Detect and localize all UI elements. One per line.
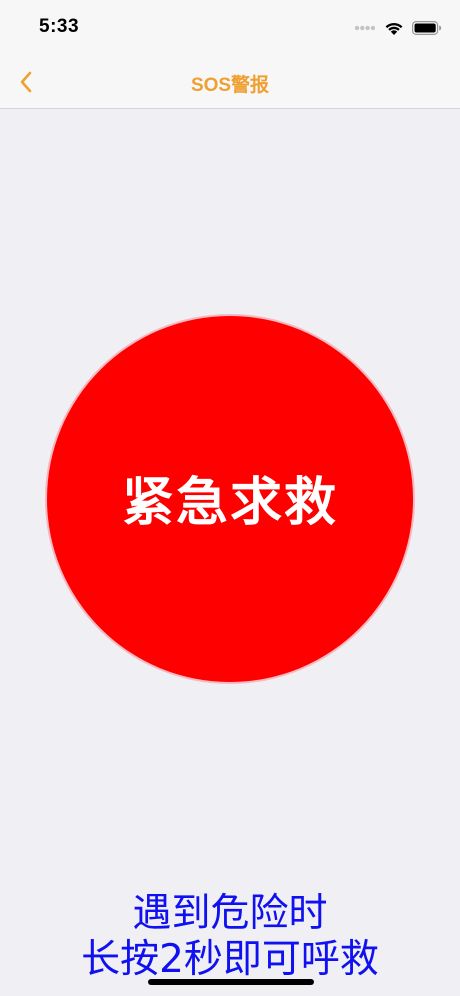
hint-text-line-1: 遇到危险时 [132,891,328,936]
sos-emergency-button[interactable]: 紧急求救 [47,316,413,682]
status-bar: 5:33 [0,0,460,56]
status-icons [354,18,442,38]
top-bar: 5:33 SOS警报 [0,0,460,109]
page-title: SOS警报 [190,75,270,96]
wifi-icon [385,22,403,35]
navigation-bar: SOS警报 [0,56,460,108]
battery-icon [412,21,442,35]
home-indicator[interactable] [148,979,314,985]
signal-icon [354,25,376,31]
status-time: 5:33 [39,16,80,37]
hint-text-line-2: 长按2秒即可呼救 [81,937,379,982]
sos-button-label: 紧急求救 [121,472,338,533]
